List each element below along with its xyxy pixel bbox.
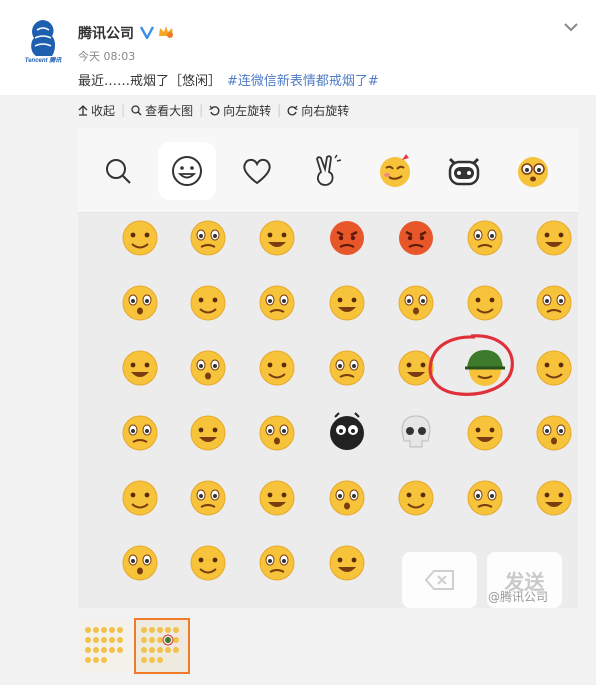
emoji-pack-icon xyxy=(380,154,410,187)
sad-emoji[interactable] xyxy=(186,281,230,325)
image-toolbar: 收起 | 查看大图 | 向左旋转 | 向右旋转 xyxy=(78,100,355,120)
thumbnail-1[interactable] xyxy=(80,620,132,672)
rotate-right-icon xyxy=(287,105,298,115)
heart-icon xyxy=(243,158,271,185)
side-eye-emoji[interactable] xyxy=(394,476,438,520)
keyboard-smiley-tab[interactable] xyxy=(158,142,216,200)
smiley-icon xyxy=(172,156,202,186)
crown-badge-icon xyxy=(158,24,174,39)
rotate-left-icon xyxy=(209,105,220,115)
rotate-right-button[interactable]: 向右旋转 xyxy=(281,102,355,119)
rotate-left-label: 向左旋转 xyxy=(223,103,272,118)
worried-emoji[interactable] xyxy=(118,541,162,585)
author-name[interactable]: 腾讯公司 xyxy=(78,23,134,43)
beaming-emoji[interactable] xyxy=(186,541,230,585)
backspace-icon xyxy=(424,570,454,590)
helmet-emoji[interactable] xyxy=(463,346,507,390)
view-large-label: 查看大图 xyxy=(145,103,194,118)
covered-mouth-emoji[interactable] xyxy=(118,216,162,260)
bored-emoji[interactable] xyxy=(255,346,299,390)
post-header: Tencent 腾讯 腾讯公司 今天 08:03 最近……戒烟了［悠闲］ #连微信… xyxy=(0,0,596,95)
grin-emoji[interactable] xyxy=(532,216,576,260)
sweat-angry-emoji[interactable] xyxy=(325,346,369,390)
keyboard-pack-tab-2[interactable] xyxy=(504,142,562,200)
watermark: @腾讯公司 xyxy=(488,590,549,604)
chevron-down-icon[interactable] xyxy=(562,18,580,32)
post-text: 最近……戒烟了［悠闲］ #连微信新表情都戒烟了# xyxy=(78,70,379,89)
dizzy-emoji[interactable] xyxy=(255,411,299,455)
shush-emoji[interactable] xyxy=(186,411,230,455)
collapse-label: 收起 xyxy=(91,103,116,118)
cover-face-emoji[interactable] xyxy=(255,476,299,520)
blush-emoji[interactable] xyxy=(255,281,299,325)
image-viewer[interactable]: 发送 xyxy=(78,128,578,608)
wink-tongue-emoji[interactable] xyxy=(463,216,507,260)
fury-emoji[interactable] xyxy=(394,216,438,260)
rotate-left-button[interactable]: 向左旋转 xyxy=(203,102,277,119)
post-time: 今天 08:03 xyxy=(78,50,136,63)
question-emoji[interactable] xyxy=(118,411,162,455)
crazy-laugh-emoji[interactable] xyxy=(532,346,576,390)
cow-sticker-icon xyxy=(448,157,480,186)
crying-emoji[interactable] xyxy=(255,216,299,260)
backspace-button[interactable] xyxy=(402,552,477,608)
emoji-keyboard-tabs xyxy=(78,128,578,213)
laugh-cry-emoji[interactable] xyxy=(325,281,369,325)
post-body: 最近……戒烟了［悠闲］ xyxy=(78,74,222,89)
bomb-emoji[interactable] xyxy=(463,411,507,455)
sick-emoji[interactable] xyxy=(394,281,438,325)
keyboard-pack-tab[interactable] xyxy=(366,142,424,200)
thinking-hand-emoji[interactable] xyxy=(463,281,507,325)
keyboard-gesture-tab[interactable] xyxy=(297,142,355,200)
shy-emoji[interactable] xyxy=(255,541,299,585)
emoji-pack-icon xyxy=(518,157,548,187)
avatar[interactable]: Tencent 腾讯 xyxy=(22,18,64,64)
happy-emoji[interactable] xyxy=(394,346,438,390)
smirk-emoji[interactable] xyxy=(118,476,162,520)
scared-emoji[interactable] xyxy=(325,541,369,585)
kiss-emoji[interactable] xyxy=(186,476,230,520)
skull-emoji[interactable] xyxy=(394,411,438,455)
hashtag-link[interactable]: #连微信新表情都戒烟了# xyxy=(227,74,379,89)
surprised-emoji[interactable] xyxy=(118,346,162,390)
thumbnail-2-selected[interactable] xyxy=(134,618,190,674)
smile-emoji[interactable] xyxy=(532,281,576,325)
teeth-emoji[interactable] xyxy=(325,476,369,520)
facepalm-emoji[interactable] xyxy=(532,411,576,455)
search-icon xyxy=(131,104,142,115)
svg-text:Tencent 腾讯: Tencent 腾讯 xyxy=(25,56,62,64)
keyboard-sticker-tab[interactable] xyxy=(435,142,493,200)
peace-hand-icon xyxy=(316,154,342,186)
red-angry-emoji[interactable] xyxy=(325,216,369,260)
rotate-right-label: 向右旋转 xyxy=(301,103,350,118)
view-large-button[interactable]: 查看大图 xyxy=(125,102,199,119)
pensive-emoji[interactable] xyxy=(532,476,576,520)
confused-emoji[interactable] xyxy=(186,346,230,390)
grimace-emoji[interactable] xyxy=(463,476,507,520)
keyboard-search-icon[interactable] xyxy=(89,142,147,200)
black-face-emoji[interactable] xyxy=(325,411,369,455)
arrow-up-icon xyxy=(78,104,88,116)
collapse-button[interactable]: 收起 xyxy=(78,102,121,119)
sleepy-emoji[interactable] xyxy=(186,216,230,260)
verified-badge-icon xyxy=(139,24,155,41)
keyboard-heart-tab[interactable] xyxy=(228,142,286,200)
shocked-emoji[interactable] xyxy=(118,281,162,325)
